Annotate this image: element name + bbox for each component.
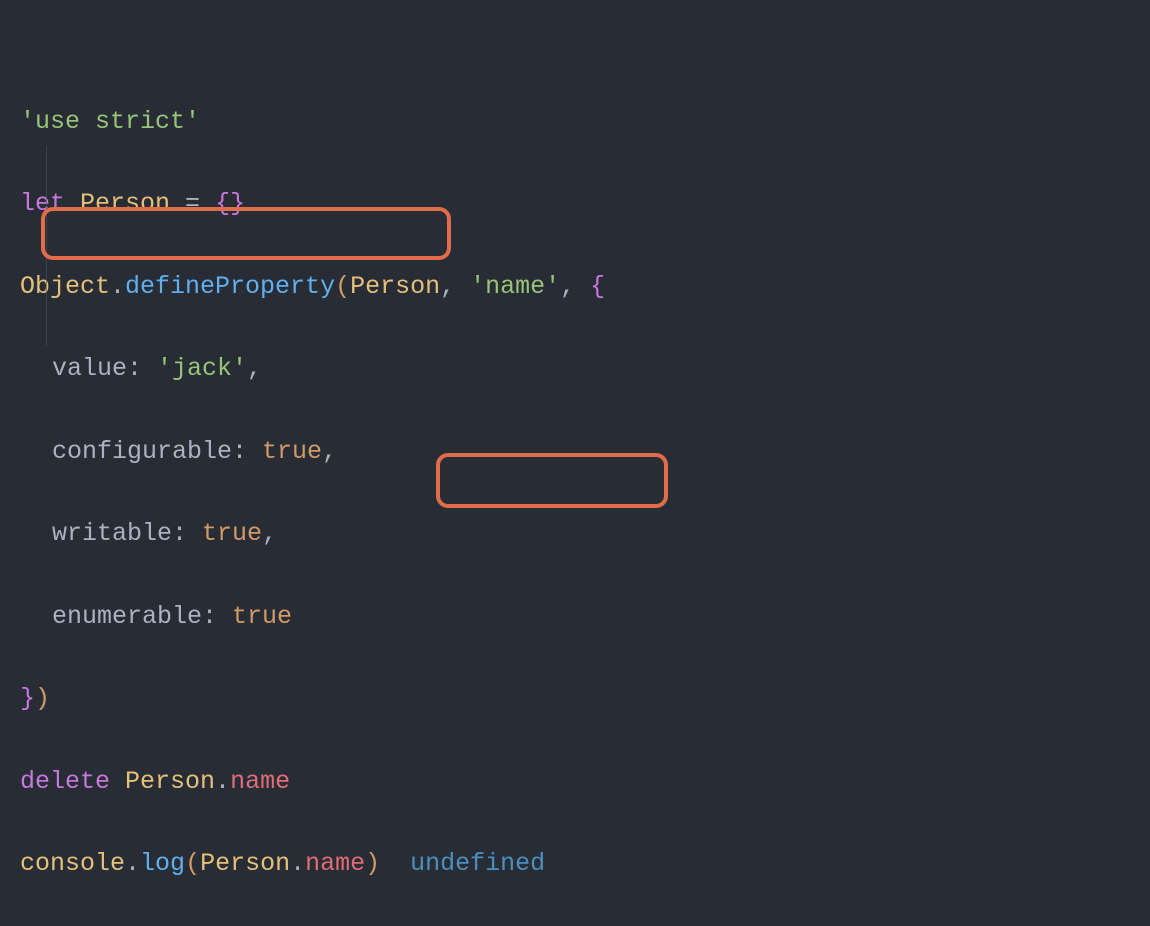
identifier-object: Object [20,272,110,301]
brace-open: { [590,272,605,301]
dot: . [290,849,305,878]
paren-open: ( [185,849,200,878]
code-line-7: enumerable: true [20,596,1130,637]
identifier-person: Person [125,767,215,796]
prop-name: name [230,767,290,796]
string-jack: 'jack' [157,354,247,383]
dot: . [125,849,140,878]
output-undefined: undefined [410,849,545,878]
indent-guide [46,146,47,346]
code-line-4: value: 'jack', [20,348,1130,389]
colon: : [232,437,262,466]
keyword-let: let [20,189,65,218]
code-line-2: let Person = {} [20,183,1130,224]
code-line-3: Object.defineProperty(Person, 'name', { [20,266,1130,307]
bool-true: true [232,602,292,631]
code-line-1: 'use strict' [20,101,1130,142]
keyword-delete: delete [20,767,110,796]
prop-configurable: configurable [52,437,232,466]
arg-person: Person [350,272,440,301]
method-defineproperty: defineProperty [125,272,335,301]
code-line-5: configurable: true, [20,431,1130,472]
comma: , [322,437,337,466]
comma: , [560,272,590,301]
prop-value: value [52,354,127,383]
prop-enumerable: enumerable [52,602,202,631]
comma: , [440,272,470,301]
identifier-console: console [20,849,125,878]
colon: : [127,354,157,383]
bool-true: true [262,437,322,466]
operator-assign: = [170,189,215,218]
identifier-person: Person [200,849,290,878]
gap [380,849,410,878]
identifier-person: Person [80,189,170,218]
space [110,767,125,796]
code-block: 'use strict' let Person = {} Object.defi… [20,18,1130,926]
string-literal: 'use strict' [20,107,200,136]
braces-empty: {} [215,189,245,218]
code-line-10: console.log(Person.name) undefined [20,843,1130,884]
code-line-9: delete Person.name [20,761,1130,802]
comma: , [247,354,262,383]
string-name: 'name' [470,272,560,301]
colon: : [202,602,232,631]
dot: . [215,767,230,796]
paren-open: ( [335,272,350,301]
code-line-8: }) [20,678,1130,719]
paren-close: ) [365,849,380,878]
method-log: log [140,849,185,878]
brace-close: } [20,684,35,713]
dot: . [110,272,125,301]
prop-name: name [305,849,365,878]
paren-close: ) [35,684,50,713]
